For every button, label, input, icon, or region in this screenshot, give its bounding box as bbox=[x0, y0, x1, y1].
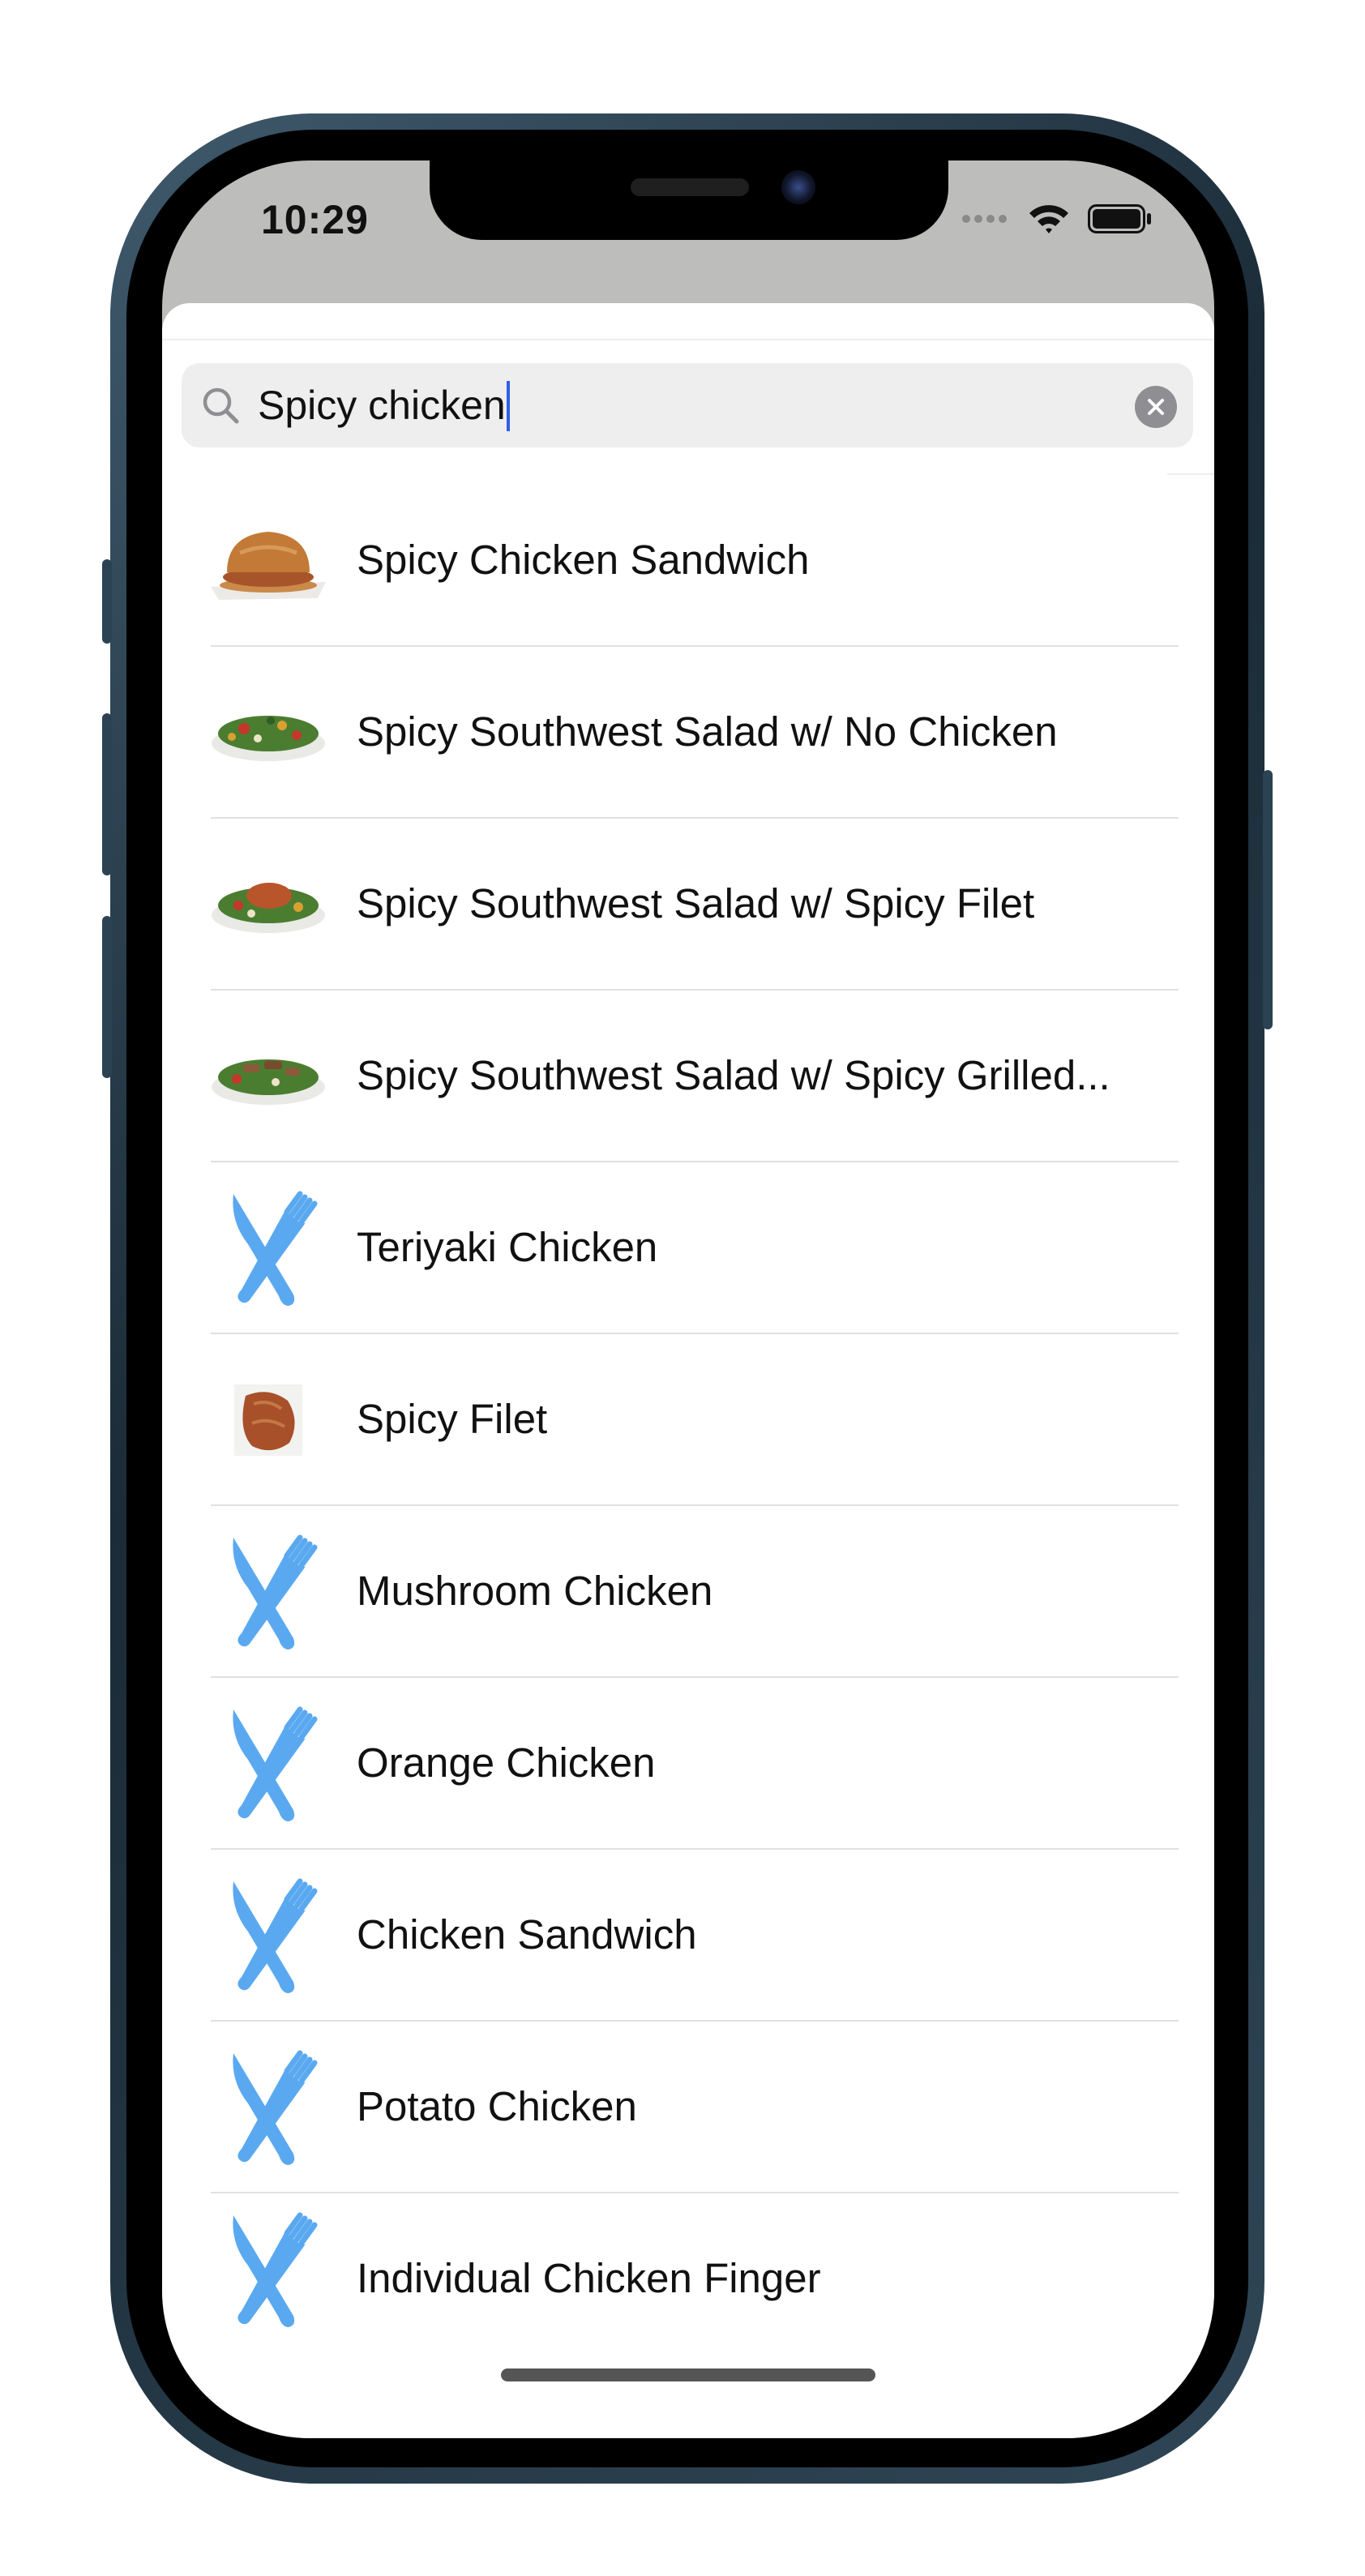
list-item-label: Individual Chicken Finger bbox=[357, 2255, 821, 2301]
salad-filet-thumbnail bbox=[208, 856, 329, 953]
list-item[interactable]: Spicy Southwest Salad w/ Spicy Filet bbox=[162, 819, 1214, 991]
clear-x-icon bbox=[1148, 399, 1164, 415]
list-item[interactable]: Spicy Filet bbox=[162, 1334, 1214, 1506]
list-item-label: Spicy Southwest Salad w/ No Chicken bbox=[357, 708, 1058, 755]
list-item-label: Teriyaki Chicken bbox=[357, 1224, 658, 1270]
list-item[interactable]: Potato Chicken bbox=[162, 2022, 1214, 2193]
sandwich-thumbnail bbox=[208, 512, 329, 610]
list-item[interactable]: Teriyaki Chicken bbox=[162, 1162, 1214, 1334]
wifi-icon bbox=[1029, 205, 1068, 233]
list-item[interactable]: Spicy Chicken Sandwich bbox=[162, 475, 1214, 647]
battery-icon bbox=[1088, 204, 1151, 233]
status-icons bbox=[961, 201, 1153, 237]
power-button bbox=[1263, 770, 1273, 1029]
volume-up-button bbox=[102, 713, 112, 875]
list-item-label: Orange Chicken bbox=[357, 1739, 656, 1786]
volume-down-button bbox=[102, 916, 112, 1078]
list-item-label: Spicy Filet bbox=[357, 1396, 548, 1442]
search-query: Spicy chicken bbox=[258, 383, 506, 428]
fork-knife-icon bbox=[208, 1878, 329, 1993]
list-item[interactable]: Orange Chicken bbox=[162, 1678, 1214, 1850]
list-item[interactable]: Spicy Southwest Salad w/ Spicy Grilled..… bbox=[162, 991, 1214, 1162]
home-indicator[interactable] bbox=[501, 2368, 875, 2381]
salad-thumbnail bbox=[208, 684, 329, 781]
fork-knife-icon bbox=[208, 1534, 329, 1650]
front-camera bbox=[781, 170, 815, 204]
fork-knife-icon bbox=[208, 1706, 329, 1821]
list-item[interactable]: Spicy Southwest Salad w/ No Chicken bbox=[162, 647, 1214, 819]
text-caret bbox=[506, 380, 510, 431]
list-item[interactable]: Individual Chicken Finger bbox=[162, 2193, 1214, 2365]
cellular-signal-icon bbox=[962, 215, 1007, 223]
sheet-divider bbox=[162, 339, 1214, 340]
speaker-grille bbox=[631, 178, 749, 196]
filet-thumbnail bbox=[208, 1371, 329, 1469]
silent-switch bbox=[102, 559, 112, 644]
notch bbox=[430, 160, 948, 240]
clear-search-button[interactable] bbox=[1135, 386, 1177, 428]
fork-knife-icon bbox=[208, 2050, 329, 2165]
list-item-label: Chicken Sandwich bbox=[357, 1911, 697, 1958]
list-item-label: Mushroom Chicken bbox=[357, 1568, 713, 1614]
screen: 10:29 Spicy chicken Spicy Chicken Sandwi… bbox=[162, 160, 1214, 2438]
list-item-label: Spicy Southwest Salad w/ Spicy Filet bbox=[357, 880, 1035, 926]
status-time: 10:29 bbox=[261, 197, 369, 242]
list-item-label: Spicy Southwest Salad w/ Spicy Grilled..… bbox=[357, 1052, 1110, 1098]
fork-knife-icon bbox=[208, 2212, 329, 2327]
search-input[interactable]: Spicy chicken bbox=[258, 380, 510, 431]
fork-knife-icon bbox=[208, 1191, 329, 1306]
list-item[interactable]: Mushroom Chicken bbox=[162, 1506, 1214, 1678]
list-item-label: Potato Chicken bbox=[357, 2083, 637, 2129]
list-item[interactable]: Chicken Sandwich bbox=[162, 1850, 1214, 2022]
list-item-label: Spicy Chicken Sandwich bbox=[357, 537, 810, 583]
search-sheet: Spicy chicken Spicy Chicken Sandwich Spi… bbox=[162, 303, 1214, 2438]
search-icon bbox=[203, 387, 239, 424]
search-bar[interactable]: Spicy chicken bbox=[182, 363, 1193, 447]
salad-grilled-thumbnail bbox=[208, 1028, 329, 1125]
results-list: Spicy Chicken Sandwich Spicy Southwest S… bbox=[162, 475, 1214, 2365]
